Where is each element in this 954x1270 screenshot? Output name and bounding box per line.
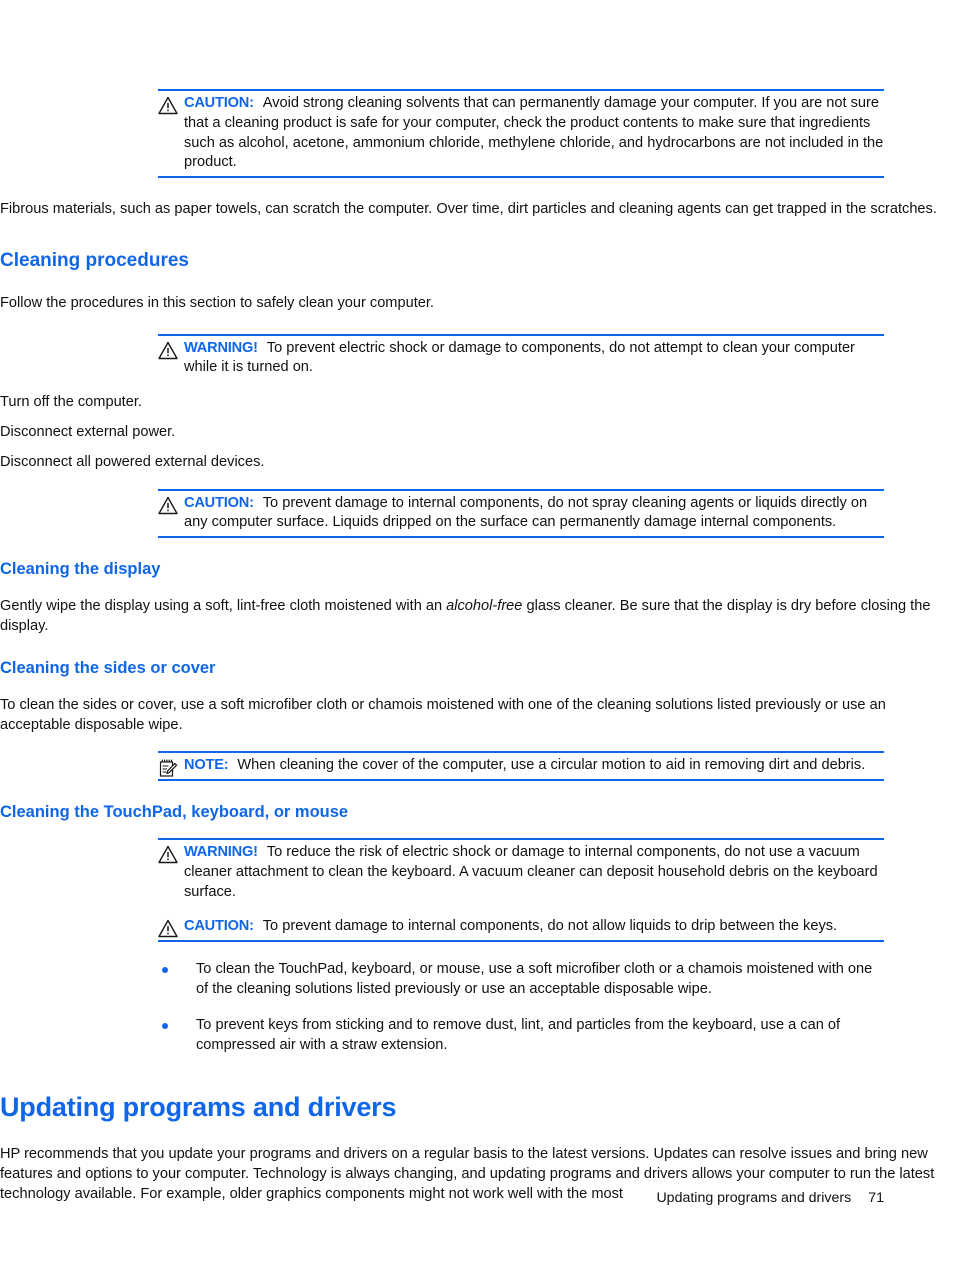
warning-label: WARNING! bbox=[184, 339, 258, 356]
warning-block-text: WARNING! To prevent electric shock or dam… bbox=[184, 336, 884, 382]
warning-triangle-icon bbox=[158, 96, 178, 115]
heading-cleaning-procedures: Cleaning procedures bbox=[0, 249, 189, 271]
caution-block-liquids-keys: CAUTION: To prevent damage to internal co… bbox=[158, 917, 884, 943]
caution-label: CAUTION: bbox=[184, 494, 254, 511]
touchpad-cleaning-bullet-list: To clean the TouchPad, keyboard, or mous… bbox=[158, 960, 884, 1055]
cleaning-display-paragraph: Gently wipe the display using a soft, li… bbox=[0, 597, 954, 637]
note-block-circular-motion: NOTE: When cleaning the cover of the comp… bbox=[158, 751, 884, 782]
heading-cleaning-touchpad-keyboard-mouse: Cleaning the TouchPad, keyboard, or mous… bbox=[0, 803, 349, 822]
footer-section-title: Updating programs and drivers bbox=[656, 1190, 852, 1206]
follow-procedures-paragraph: Follow the procedures in this section to… bbox=[0, 294, 434, 311]
fibrous-materials-paragraph: Fibrous materials, such as paper towels,… bbox=[0, 201, 937, 218]
heading-cleaning-the-sides-or-cover: Cleaning the sides or cover bbox=[0, 658, 216, 677]
step-turn-off-computer: Turn off the computer. bbox=[0, 394, 142, 411]
step-disconnect-external-power: Disconnect external power. bbox=[0, 424, 176, 441]
warning-label: WARNING! bbox=[184, 844, 258, 861]
warning-block-text: WARNING! To reduce the risk of electric s… bbox=[184, 840, 884, 905]
caution-block-solvents: CAUTION: Avoid strong cleaning solvents t… bbox=[158, 89, 884, 179]
list-item: To clean the TouchPad, keyboard, or mous… bbox=[158, 960, 884, 1000]
caution-block-text: CAUTION: To prevent damage to internal co… bbox=[184, 917, 884, 940]
page-title: Updating programs and drivers bbox=[0, 1092, 397, 1123]
step-disconnect-powered-devices: Disconnect all powered external devices. bbox=[0, 453, 265, 470]
bullet-dot-icon bbox=[162, 1022, 168, 1029]
caution-label: CAUTION: bbox=[184, 918, 254, 935]
note-pad-icon bbox=[158, 758, 178, 777]
caution-text: To prevent damage to internal components… bbox=[184, 494, 868, 531]
note-block-text: NOTE: When cleaning the cover of the comp… bbox=[184, 753, 884, 779]
warning-triangle-icon bbox=[158, 845, 178, 864]
warning-triangle-icon bbox=[158, 919, 178, 938]
warning-text: To prevent electric shock or damage to c… bbox=[184, 339, 855, 376]
heading-cleaning-the-display: Cleaning the display bbox=[0, 560, 161, 579]
warning-block-electric-shock: WARNING! To prevent electric shock or dam… bbox=[158, 333, 884, 382]
page-footer: Updating programs and drivers 71 bbox=[0, 1190, 884, 1206]
note-text: When cleaning the cover of the computer,… bbox=[237, 757, 866, 774]
caution-label: CAUTION: bbox=[184, 95, 254, 111]
caution-block-spray: CAUTION: To prevent damage to internal co… bbox=[158, 488, 884, 539]
caution-text: To prevent damage to internal components… bbox=[262, 918, 838, 935]
warning-block-vacuum: WARNING! To reduce the risk of electric s… bbox=[158, 838, 884, 905]
warning-triangle-icon bbox=[158, 496, 178, 515]
warning-text: To reduce the risk of electric shock or … bbox=[184, 844, 878, 900]
bullet-dot-icon bbox=[162, 967, 168, 974]
caution-block-text: CAUTION: Avoid strong cleaning solvents t… bbox=[184, 91, 884, 176]
page-number: 71 bbox=[868, 1190, 884, 1206]
caution-block-text: CAUTION: To prevent damage to internal co… bbox=[184, 491, 884, 537]
list-item-text: To clean the TouchPad, keyboard, or mous… bbox=[196, 961, 873, 998]
list-item: To prevent keys from sticking and to rem… bbox=[158, 1016, 884, 1056]
document-page: CAUTION: Avoid strong cleaning solvents t… bbox=[0, 0, 954, 1270]
note-label: NOTE: bbox=[184, 757, 229, 774]
list-item-text: To prevent keys from sticking and to rem… bbox=[196, 1016, 841, 1053]
caution-text: Avoid strong cleaning solvents that can … bbox=[184, 95, 884, 171]
warning-triangle-icon bbox=[158, 341, 178, 360]
cleaning-sides-paragraph: To clean the sides or cover, use a soft … bbox=[0, 696, 886, 733]
cleaning-display-emphasis: alcohol-free bbox=[446, 598, 523, 615]
cleaning-display-text-before: Gently wipe the display using a soft, li… bbox=[0, 598, 447, 615]
